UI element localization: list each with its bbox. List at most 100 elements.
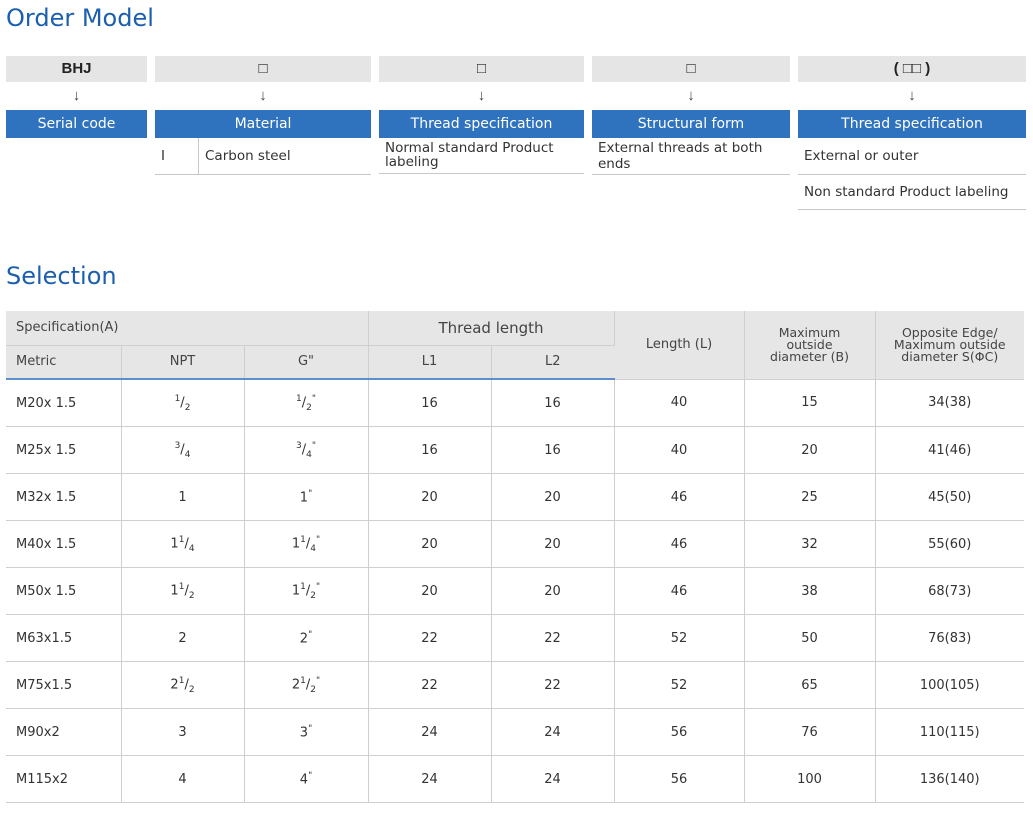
cell-opposite: 41(46): [875, 426, 1024, 474]
code-box: BHJ: [6, 56, 147, 82]
fraction-whole: 1: [178, 489, 187, 505]
option-row: Non standard Product labeling: [798, 175, 1026, 210]
cell-l1: 22: [368, 661, 492, 709]
table-row: M90x2 3 3" 24 24 56 76 110(115): [6, 708, 1024, 756]
cell-npt: 1/2: [121, 379, 245, 427]
cell-g: 2": [244, 614, 369, 662]
cell-l1: 20: [368, 473, 492, 521]
cell-g: 3": [244, 708, 369, 756]
cell-l2: 24: [491, 708, 615, 756]
column-label: Thread specification: [379, 110, 584, 138]
inch-mark: ": [308, 770, 313, 781]
header-opposite-edge: Opposite Edge/ Maximum outside diameter …: [875, 311, 1024, 380]
inch-mark: ": [308, 488, 313, 499]
cell-length: 46: [614, 520, 745, 568]
cell-metric: M115x2: [6, 755, 122, 803]
header-thread-length: Thread length: [368, 311, 615, 346]
fraction-whole: 1: [170, 535, 179, 551]
cell-l2: 16: [491, 426, 615, 474]
header-l1: L1: [368, 345, 492, 380]
inch-mark: ": [308, 629, 313, 640]
cell-length: 52: [614, 614, 745, 662]
down-arrow-icon: ↓: [259, 87, 267, 104]
table-row: M20x 1.5 1/2 1/2" 16 16 40 15 34(38): [6, 379, 1024, 427]
selection-title: Selection: [6, 262, 117, 290]
option-text: External or outer: [804, 148, 919, 164]
cell-metric: M63x1.5: [6, 614, 122, 662]
cell-l2: 22: [491, 614, 615, 662]
cell-g: 1": [244, 473, 369, 521]
fraction-denominator: 4: [184, 449, 191, 460]
fraction-denominator: 2: [188, 590, 195, 601]
option-text: Normal standard Product labeling: [385, 140, 554, 170]
cell-metric: M40x 1.5: [6, 520, 122, 568]
option-text: External threads at both ends: [598, 140, 763, 172]
inch-mark: ": [316, 581, 321, 592]
cell-opposite: 34(38): [875, 379, 1024, 427]
cell-npt: 21/2: [121, 661, 245, 709]
header-specification: Specification(A): [6, 311, 369, 346]
table-row: M32x 1.5 1 1" 20 20 46 25 45(50): [6, 473, 1024, 521]
cell-opposite: 76(83): [875, 614, 1024, 662]
cell-g: 11/2": [244, 567, 369, 615]
table-row: M40x 1.5 11/4 11/4" 20 20 46 32 55(60): [6, 520, 1024, 568]
selection-table: Specification(A) Thread length Length (L…: [6, 311, 1024, 803]
option-key: I: [155, 138, 199, 174]
code-box: ( □□ ): [798, 56, 1026, 82]
cell-g: 3/4": [244, 426, 369, 474]
order-column-structural-form: □ ↓ Structural form External threads at …: [592, 56, 790, 175]
cell-g: 21/2": [244, 661, 369, 709]
column-label: Thread specification: [798, 110, 1026, 138]
cell-npt: 4: [121, 755, 245, 803]
cell-length: 56: [614, 755, 745, 803]
option-row: I Carbon steel: [155, 138, 371, 175]
cell-length: 40: [614, 426, 745, 474]
order-model-title: Order Model: [6, 4, 154, 32]
table-row: M50x 1.5 11/2 11/2" 20 20 46 38 68(73): [6, 567, 1024, 615]
option-text: Carbon steel: [205, 148, 291, 164]
fraction-whole: 2: [178, 630, 187, 646]
cell-l1: 16: [368, 426, 492, 474]
order-column-thread-spec: □ ↓ Thread specification Normal standard…: [379, 56, 584, 174]
cell-l1: 22: [368, 614, 492, 662]
fraction-whole: 1: [291, 582, 301, 598]
cell-metric: M25x 1.5: [6, 426, 122, 474]
fraction-whole: 2: [170, 676, 179, 692]
order-column-thread-suffix: ( □□ ) ↓ Thread specification External o…: [798, 56, 1026, 210]
fraction-whole: 1: [291, 535, 301, 551]
order-column-material: □ ↓ Material I Carbon steel: [155, 56, 371, 175]
cell-l1: 20: [368, 567, 492, 615]
cell-length: 46: [614, 473, 745, 521]
fraction-whole: 3: [178, 724, 187, 740]
cell-npt: 11/4: [121, 520, 245, 568]
column-label: Serial code: [6, 110, 147, 138]
cell-metric: M90x2: [6, 708, 122, 756]
cell-opposite: 110(115): [875, 708, 1024, 756]
code-box: □: [592, 56, 790, 82]
cell-max-od: 25: [744, 473, 876, 521]
fraction-denominator: 4: [306, 449, 312, 460]
down-arrow-icon: ↓: [477, 87, 486, 104]
cell-l1: 20: [368, 520, 492, 568]
cell-max-od: 50: [744, 614, 876, 662]
fraction-whole: 4: [299, 772, 309, 788]
cell-g: 4": [244, 755, 369, 803]
inch-mark: ": [316, 534, 321, 545]
cell-l1: 24: [368, 708, 492, 756]
cell-length: 56: [614, 708, 745, 756]
code-box: □: [379, 56, 584, 82]
cell-npt: 11/2: [121, 567, 245, 615]
cell-opposite: 136(140): [875, 755, 1024, 803]
fraction-whole: 3: [299, 725, 309, 741]
inch-mark: ": [311, 440, 316, 451]
cell-opposite: 68(73): [875, 567, 1024, 615]
cell-l2: 20: [491, 567, 615, 615]
inch-mark: ": [308, 723, 313, 734]
option-row: Normal standard Product labeling: [379, 138, 584, 174]
code-box: □: [155, 56, 371, 82]
header-l2: L2: [491, 345, 614, 380]
header-length: Length (L): [614, 311, 745, 380]
cell-max-od: 65: [744, 661, 876, 709]
down-arrow-icon: ↓: [908, 87, 916, 104]
header-g: G": [244, 345, 369, 380]
